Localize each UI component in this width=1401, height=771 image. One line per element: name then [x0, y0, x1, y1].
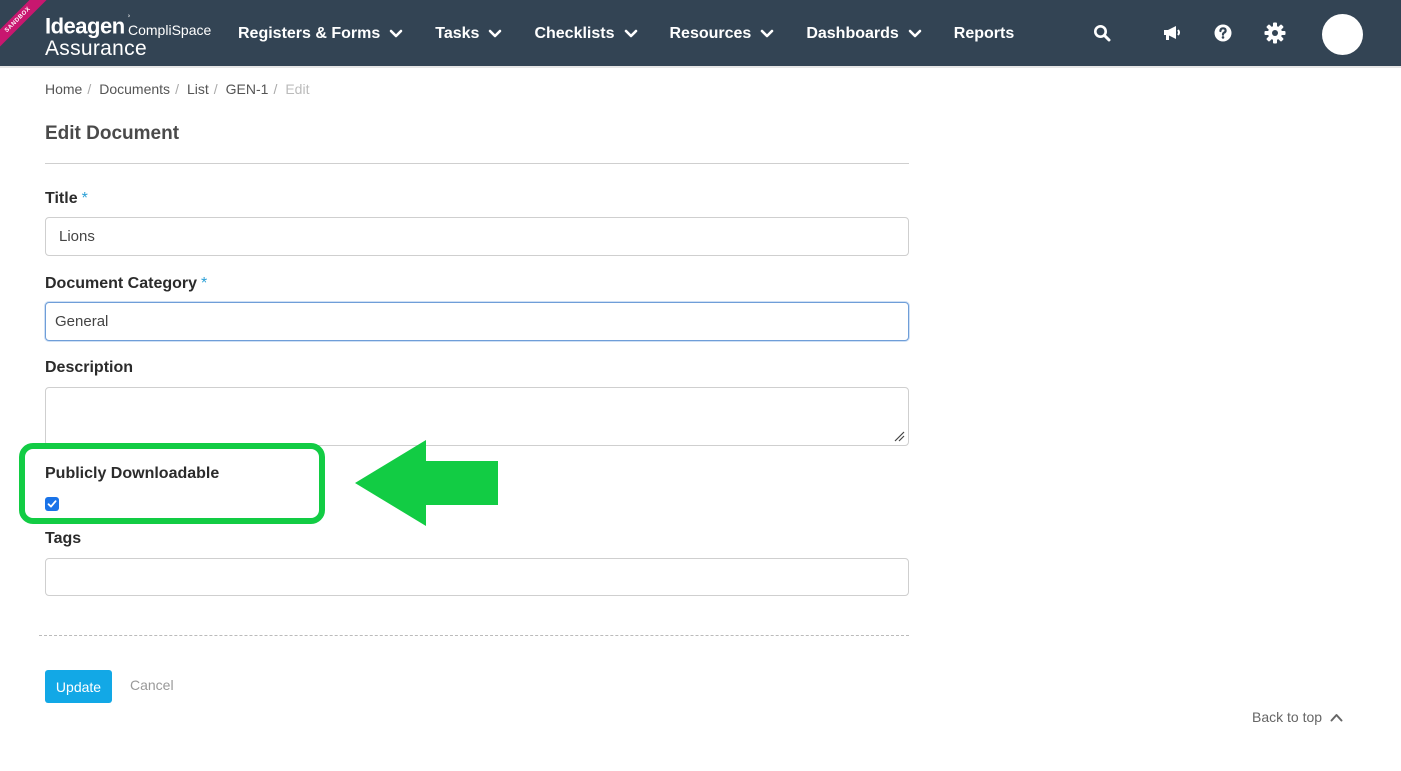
- complispace-text: CompliSpace: [128, 22, 212, 38]
- chevron-down-icon: [489, 29, 502, 38]
- help-icon[interactable]: [1212, 22, 1234, 44]
- nav-reports[interactable]: Reports: [954, 25, 1014, 43]
- search-icon[interactable]: [1091, 22, 1113, 44]
- required-marker: *: [81, 190, 88, 207]
- chevron-down-icon: [761, 29, 774, 38]
- nav-tasks[interactable]: Tasks: [435, 25, 502, 43]
- gear-icon[interactable]: [1264, 22, 1286, 44]
- document-category-label-text: Document Category: [45, 275, 198, 292]
- resize-handle-icon[interactable]: [893, 430, 905, 442]
- document-category-input[interactable]: [45, 302, 909, 341]
- nav-label: Dashboards: [806, 25, 899, 42]
- nav-label: Reports: [953, 25, 1015, 42]
- breadcrumb-edit: Edit: [285, 81, 310, 97]
- sandbox-ribbon-label: SANDBOX: [0, 0, 51, 53]
- nav-label: Resources: [669, 25, 752, 42]
- title-label-text: Title: [45, 190, 78, 207]
- title-divider: [45, 163, 909, 164]
- tags-input[interactable]: [45, 558, 909, 596]
- nav-registers-forms[interactable]: Registers & Forms: [238, 25, 403, 43]
- nav-label: Checklists: [534, 25, 615, 42]
- chevron-down-icon: [389, 29, 403, 38]
- user-avatar[interactable]: [1322, 14, 1363, 55]
- breadcrumb-documents[interactable]: Documents: [99, 81, 170, 97]
- breadcrumb-gen-1[interactable]: GEN-1: [226, 81, 269, 97]
- back-to-top-link[interactable]: Back to top: [1252, 709, 1343, 725]
- ideagen-text: Ideagen: [45, 13, 125, 39]
- required-marker: *: [201, 275, 208, 292]
- description-textarea[interactable]: [45, 387, 909, 446]
- nav-label: Registers & Forms: [238, 25, 381, 42]
- main-nav-menu: Registers & Forms Tasks Checklists Resou…: [238, 0, 1046, 68]
- chevron-down-icon: [908, 29, 922, 38]
- back-to-top-label: Back to top: [1252, 709, 1323, 725]
- breadcrumb-list[interactable]: List: [187, 81, 209, 97]
- product-name: Assurance: [45, 37, 147, 60]
- document-category-label: Document Category *: [45, 275, 207, 293]
- nav-label: Tasks: [435, 25, 480, 42]
- breadcrumb-separator: /: [273, 81, 278, 97]
- form-actions-divider: [39, 635, 909, 636]
- annotation-highlight-box: [19, 443, 325, 524]
- megaphone-icon[interactable]: [1161, 22, 1183, 44]
- nav-resources[interactable]: Resources: [670, 25, 775, 43]
- breadcrumb-home[interactable]: Home: [45, 81, 82, 97]
- update-button[interactable]: Update: [45, 670, 112, 703]
- title-input[interactable]: [45, 217, 909, 256]
- chevron-up-icon: [1330, 713, 1343, 721]
- top-navbar: SANDBOX Ideagen ʾ CompliSpace Assurance R…: [0, 0, 1401, 68]
- breadcrumb-separator: /: [213, 81, 218, 97]
- description-label: Description: [45, 359, 134, 376]
- ideagen-wordmark: Ideagen ʾ: [45, 12, 131, 39]
- breadcrumb-separator: /: [175, 81, 179, 97]
- cancel-button[interactable]: Cancel: [130, 677, 174, 693]
- chevron-down-icon: [624, 29, 637, 38]
- tags-label: Tags: [45, 530, 82, 547]
- nav-checklists[interactable]: Checklists: [534, 25, 637, 43]
- page-title: Edit Document: [45, 123, 180, 144]
- nav-dashboards[interactable]: Dashboards: [806, 25, 922, 43]
- breadcrumb: Home / Documents / List / GEN-1/ Edit: [45, 81, 309, 97]
- title-label: Title *: [45, 190, 88, 208]
- annotation-arrow-icon: [355, 440, 498, 526]
- breadcrumb-separator: /: [87, 81, 92, 97]
